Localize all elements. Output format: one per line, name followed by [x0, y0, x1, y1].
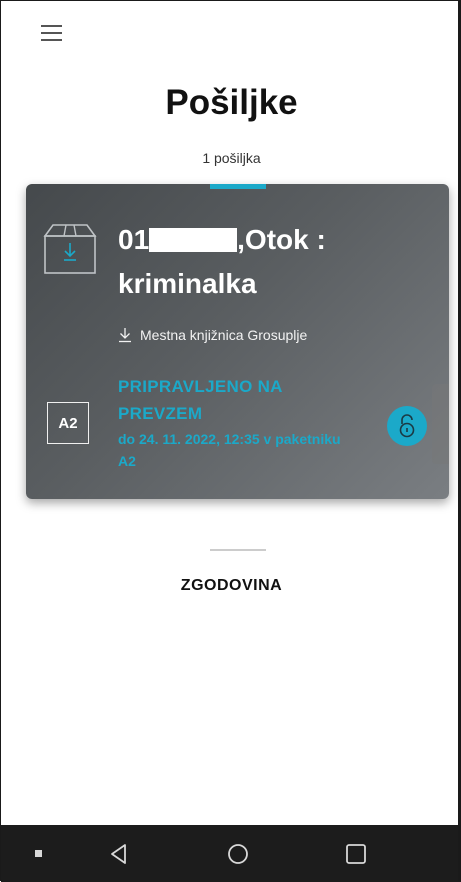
home-icon[interactable] — [222, 825, 254, 882]
history-button[interactable]: ZGODOVINA — [1, 577, 461, 595]
status-detail: do 24. 11. 2022, 12:35 v paketniku A2 — [118, 431, 341, 469]
recents-dot-icon[interactable] — [29, 825, 49, 882]
pickup-location-label: Mestna knjižnica Grosuplje — [140, 327, 308, 343]
shipment-card[interactable]: 01 ,Otok : kriminalka Mestna knjižnica Gr… — [26, 184, 449, 499]
shipment-title-suffix: ,Otok : — [237, 224, 326, 255]
shipment-count: 1 pošiljka — [202, 150, 261, 166]
unlock-button[interactable] — [387, 406, 427, 446]
card-side-handle[interactable] — [432, 384, 449, 464]
shipment-title-line2: kriminalka — [118, 268, 257, 299]
download-arrow-icon — [119, 328, 131, 343]
status-text: PRIPRAVLJENO NA PREVZEM — [118, 377, 283, 423]
back-icon[interactable] — [103, 825, 135, 882]
locker-badge: A2 — [47, 402, 89, 444]
android-nav-bar — [1, 825, 461, 882]
hamburger-menu-icon[interactable] — [41, 24, 62, 42]
card-accent-bar — [210, 184, 266, 189]
app-screen: Pošiljke 1 pošiljka 01 ,Otok : kriminalka… — [0, 0, 461, 882]
overview-icon[interactable] — [340, 825, 372, 882]
history-divider — [210, 549, 266, 551]
package-download-icon — [43, 224, 97, 274]
page-title: Pošiljke — [165, 83, 298, 122]
shipment-title: 01 ,Otok : kriminalka — [118, 218, 438, 306]
unlock-icon — [399, 414, 415, 438]
redacted-block — [149, 228, 238, 252]
pickup-location: Mestna knjižnica Grosuplje — [118, 327, 307, 343]
shipment-title-prefix: 01 — [118, 224, 150, 255]
